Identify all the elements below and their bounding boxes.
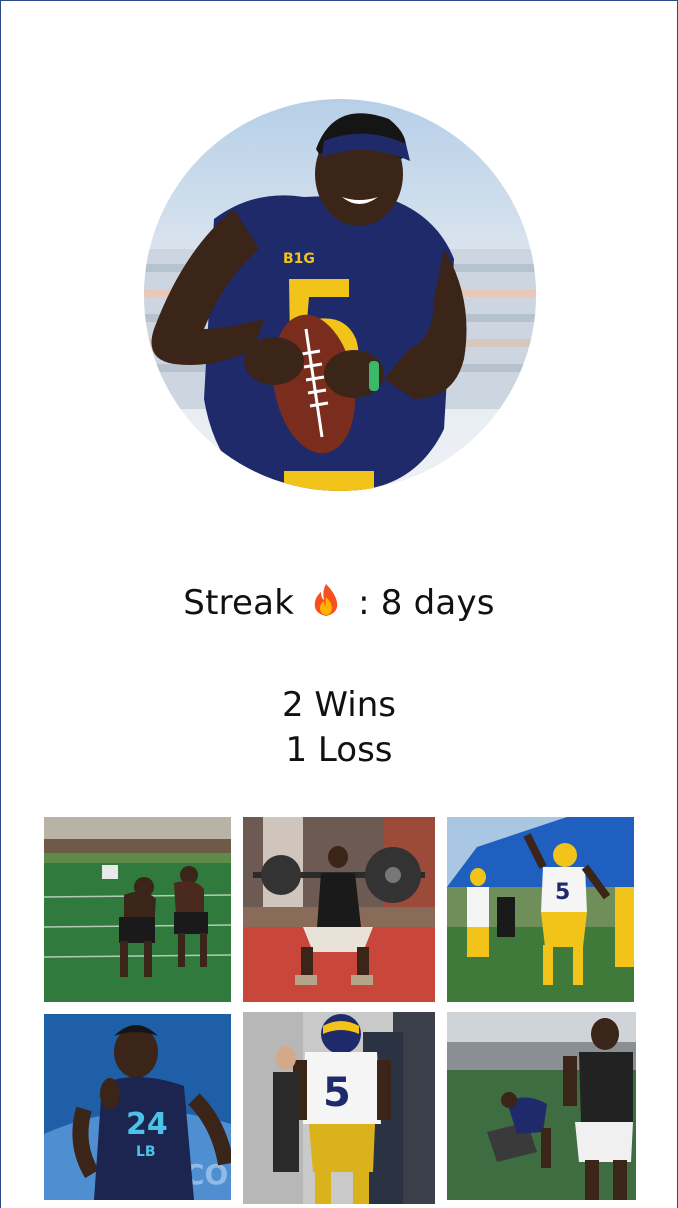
losses-count: 1 Loss (285, 730, 393, 770)
gallery-photo-1[interactable] (44, 817, 231, 1002)
gallery-photo-2[interactable] (243, 817, 435, 1002)
fire-icon (311, 583, 341, 629)
streak-label: Streak (183, 583, 295, 623)
svg-text:B1G: B1G (283, 251, 315, 267)
jersey-number-5-b: 5 (323, 1070, 351, 1116)
gallery-photo-4[interactable]: CO 24 LB (44, 1014, 231, 1200)
avatar-photo: B1G (144, 99, 536, 491)
jersey-number-24: 24 (126, 1107, 168, 1142)
record-summary: 2 Wins 1 Loss (0, 683, 678, 773)
streak-separator: : (358, 583, 370, 623)
streak-text: Streak : 8 days (0, 580, 678, 629)
jersey-number-5-a: 5 (555, 880, 570, 905)
profile-avatar[interactable]: B1G (144, 99, 536, 491)
gallery-photo-6[interactable] (447, 1012, 636, 1200)
jersey-position-lb: LB (136, 1144, 156, 1160)
streak-value: 8 days (380, 583, 495, 623)
wins-count: 2 Wins (281, 685, 397, 725)
gallery-photo-5[interactable]: 5 (243, 1012, 435, 1204)
gallery-photo-3[interactable]: 5 (447, 817, 634, 1002)
